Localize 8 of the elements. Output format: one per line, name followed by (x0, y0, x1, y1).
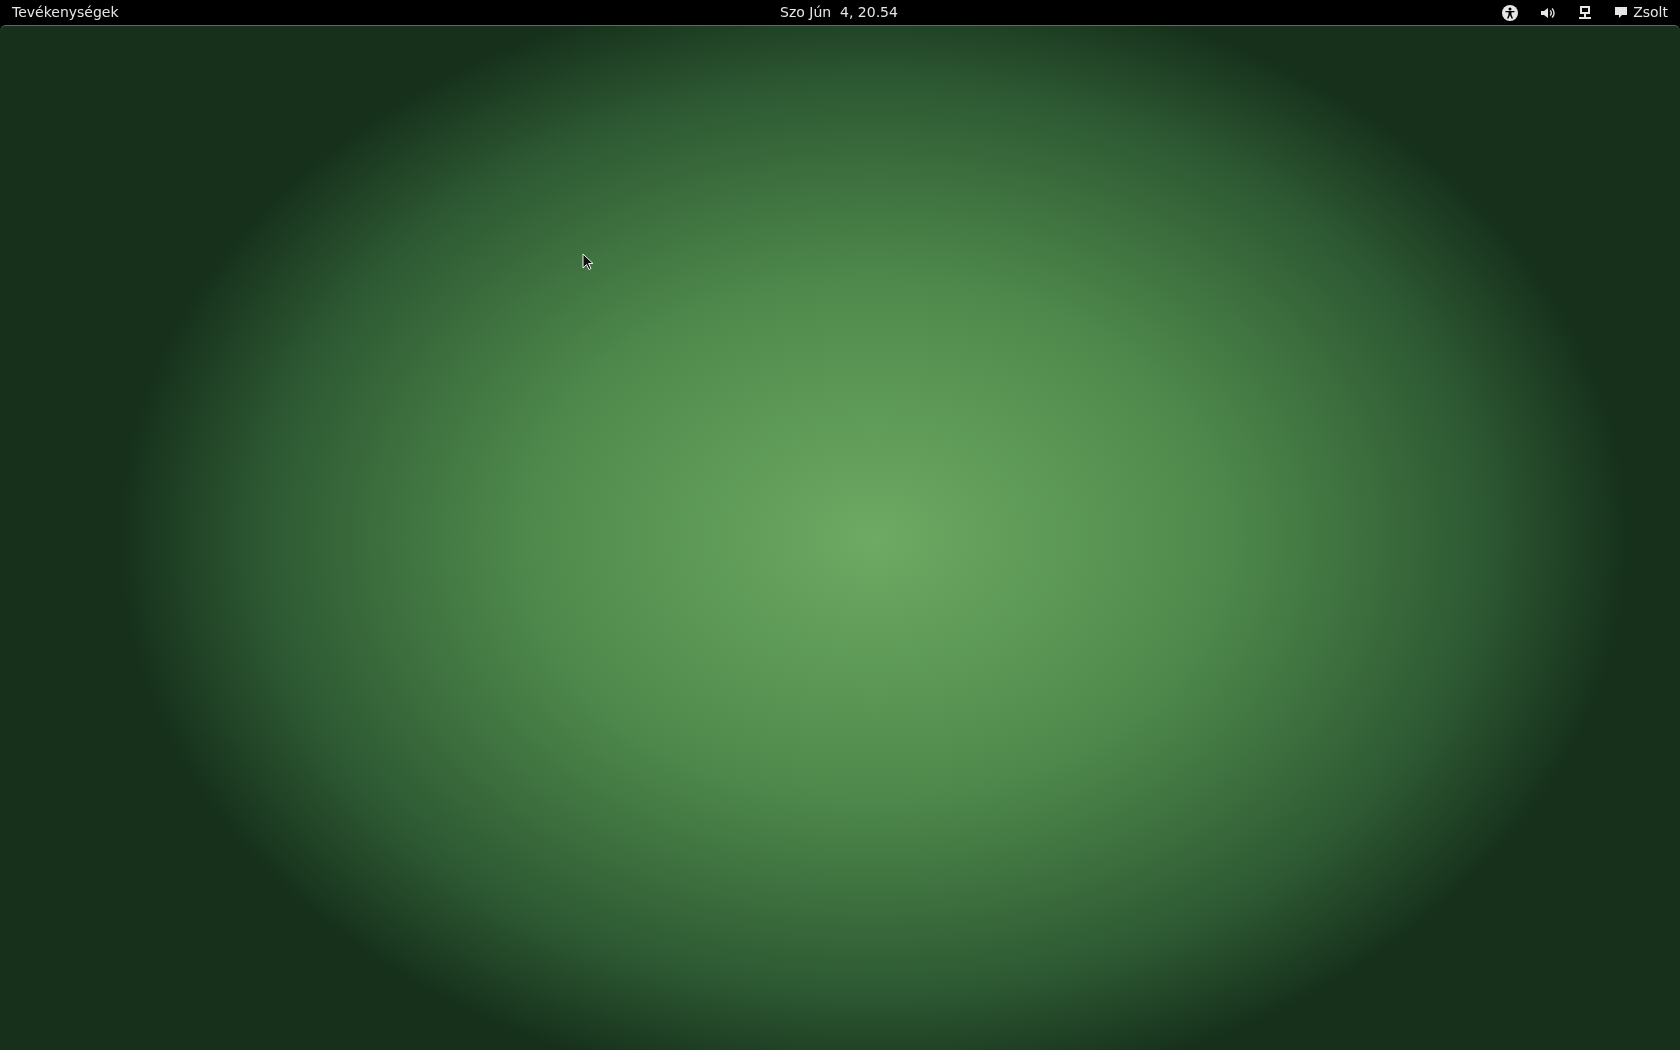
accessibility-icon[interactable] (1502, 4, 1519, 21)
volume-icon[interactable] (1540, 5, 1557, 20)
activities-button[interactable]: Tevékenységek (12, 2, 119, 23)
mouse-pointer-icon (582, 253, 594, 271)
network-icon[interactable] (1578, 4, 1593, 21)
clock-button[interactable]: Szo Jún 4, 20.54 (780, 2, 898, 23)
chat-bubble-icon[interactable] (1614, 6, 1629, 19)
user-menu[interactable]: Zsolt (1633, 2, 1668, 23)
